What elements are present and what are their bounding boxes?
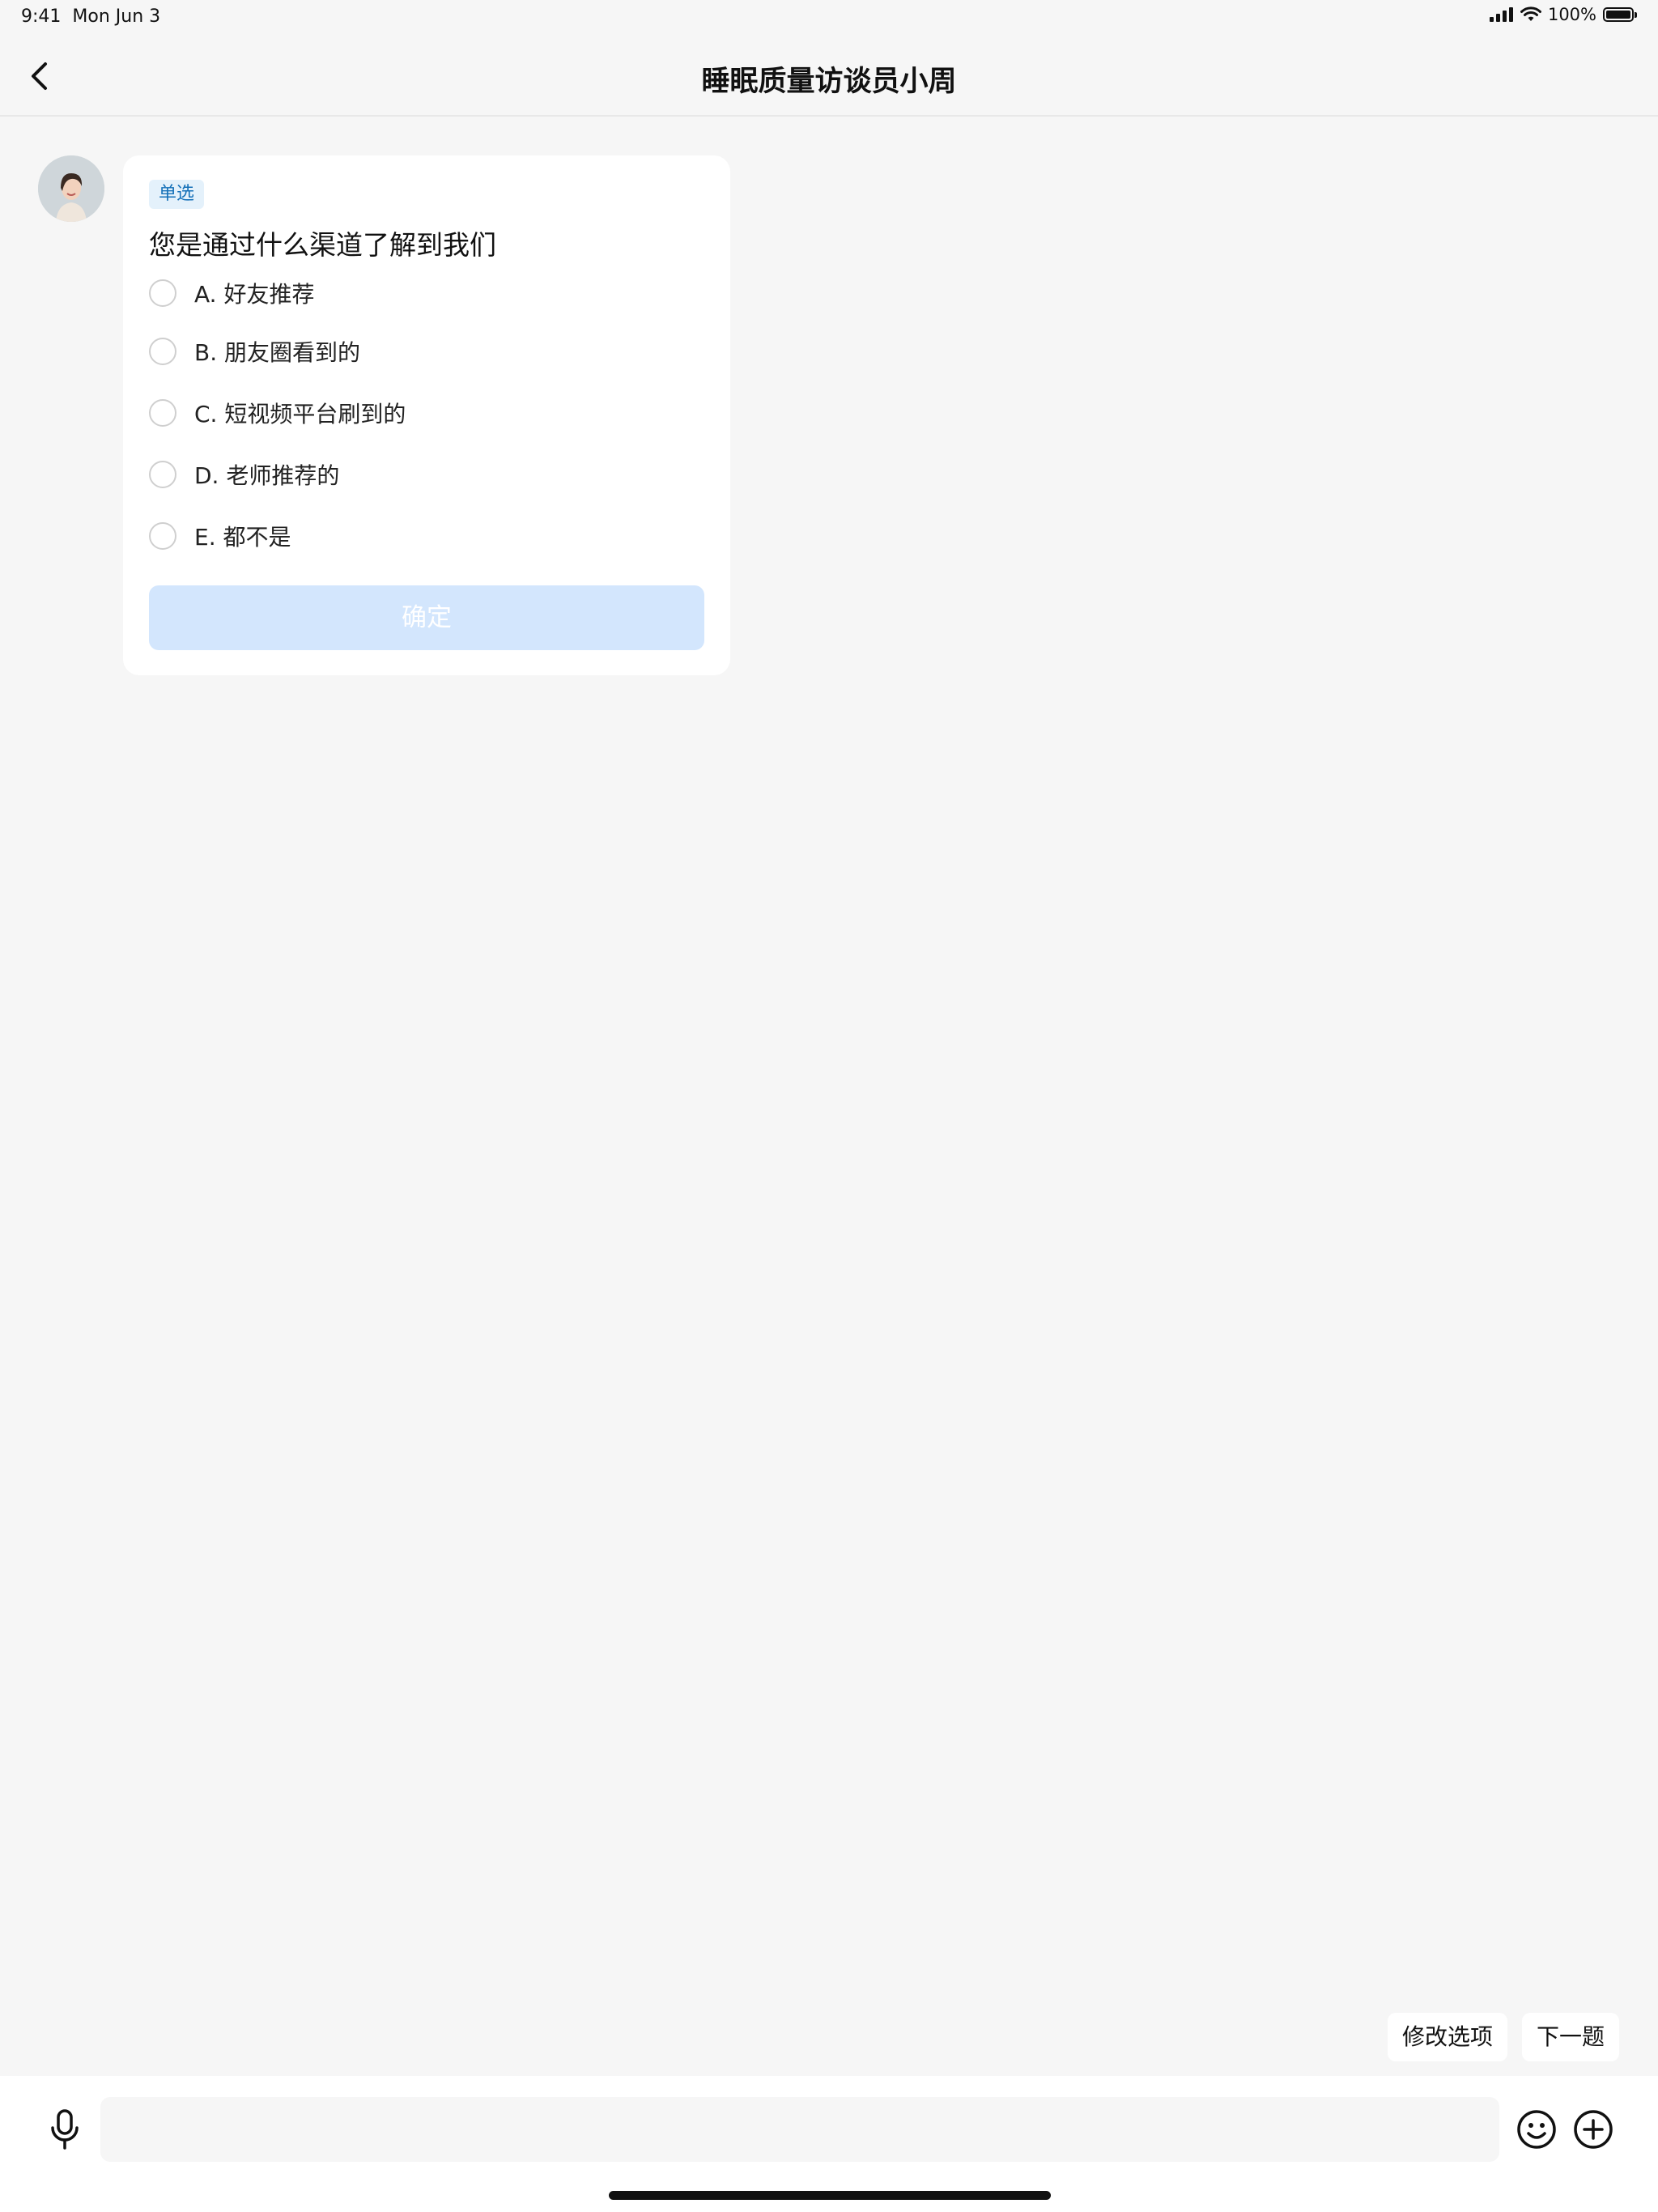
question-type-tag: 单选 (149, 180, 205, 209)
question-text: 您是通过什么渠道了解到我们 (149, 229, 496, 261)
option-label: C. 短视频平台刷到的 (194, 401, 406, 428)
option-a[interactable]: A. 好友推荐 (149, 275, 699, 311)
voice-input-button[interactable] (45, 2108, 84, 2150)
battery-percent: 100% (1547, 5, 1596, 24)
emoji-icon (1517, 2110, 1556, 2149)
home-indicator (609, 2191, 1051, 2200)
modify-option-button[interactable]: 修改选项 (1387, 2013, 1507, 2061)
option-label: A. 好友推荐 (194, 281, 315, 308)
status-icons: 100% (1489, 5, 1637, 24)
option-b[interactable]: B. 朋友圈看到的 (149, 334, 699, 369)
interviewer-avatar-icon (38, 155, 104, 222)
confirm-button[interactable]: 确定 (149, 585, 704, 650)
radio-circle-icon[interactable] (149, 522, 176, 550)
radio-circle-icon[interactable] (149, 461, 176, 488)
option-e[interactable]: E. 都不是 (149, 518, 699, 554)
nav-bar: 睡眠质量访谈员小周 (0, 36, 1658, 117)
option-c[interactable]: C. 短视频平台刷到的 (149, 395, 699, 431)
question-card: 单选 您是通过什么渠道了解到我们 A. 好友推荐 B. 朋友圈看到的 C. 短视… (123, 155, 730, 675)
avatar (38, 155, 104, 222)
wifi-icon (1520, 6, 1541, 21)
status-bar: 9:41 Mon Jun 3 100% (0, 0, 1658, 36)
quick-actions: 修改选项 下一题 (1387, 2013, 1619, 2061)
option-label: D. 老师推荐的 (194, 462, 340, 489)
option-label: B. 朋友圈看到的 (194, 339, 361, 366)
cellular-signal-icon (1489, 7, 1513, 22)
option-label: E. 都不是 (194, 524, 291, 551)
page-title: 睡眠质量访谈员小周 (701, 66, 957, 98)
status-time: 9:41 Mon Jun 3 (21, 6, 161, 27)
plus-circle-icon (1574, 2110, 1613, 2149)
radio-circle-icon[interactable] (149, 399, 176, 427)
radio-circle-icon[interactable] (149, 338, 176, 365)
next-question-button[interactable]: 下一题 (1521, 2013, 1619, 2061)
battery-icon (1603, 7, 1637, 22)
radio-circle-icon[interactable] (149, 279, 176, 307)
message-input[interactable] (100, 2097, 1499, 2162)
more-button[interactable] (1572, 2108, 1614, 2150)
option-d[interactable]: D. 老师推荐的 (149, 457, 699, 492)
emoji-button[interactable] (1516, 2108, 1558, 2150)
microphone-icon (51, 2109, 79, 2150)
